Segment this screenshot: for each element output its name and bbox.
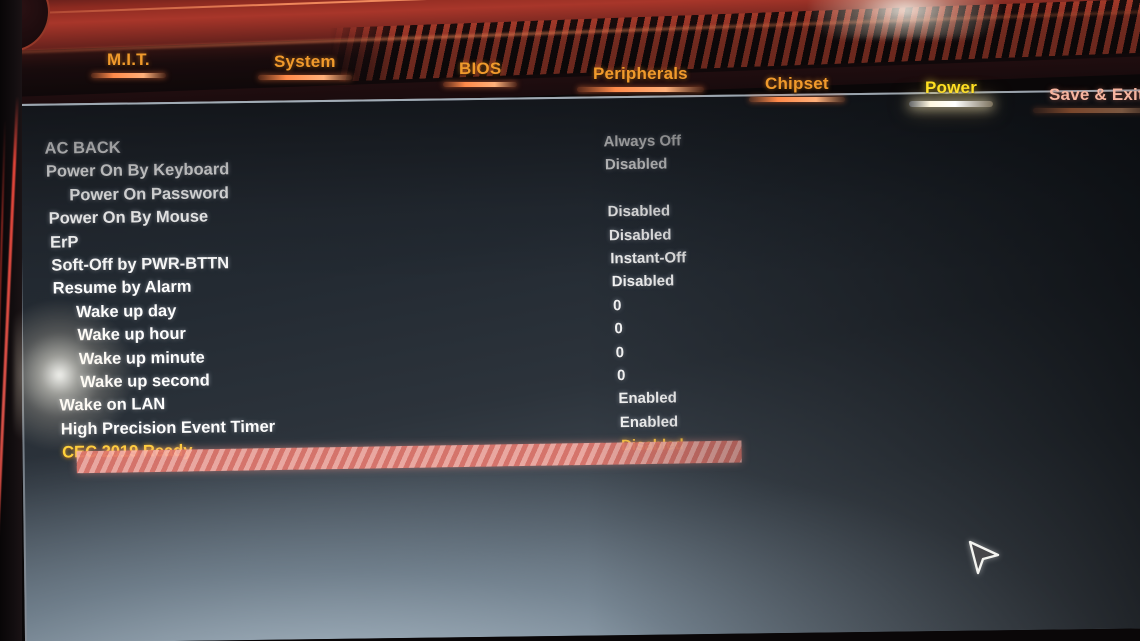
tab-power[interactable]: Power <box>909 78 994 107</box>
tab-save-and-exit-underline <box>1033 108 1140 113</box>
settings-row-label: Power On By Mouse <box>48 207 209 228</box>
tab-mit-label: M.I.T. <box>107 50 150 69</box>
settings-row-value[interactable]: Always Off <box>603 129 681 153</box>
settings-row-value[interactable]: Enabled <box>618 387 677 411</box>
bios-nav-tabs: M.I.T. System BIOS Peripherals Chipset P… <box>0 0 1140 113</box>
settings-row-label: Wake up hour <box>77 325 187 345</box>
bios-photo: M.I.T. System BIOS Peripherals Chipset P… <box>0 0 1140 641</box>
settings-row-value[interactable]: 0 <box>613 294 622 317</box>
settings-row-value[interactable]: 0 <box>614 317 623 340</box>
settings-row-label: Power On By Keyboard <box>45 160 230 182</box>
tab-save-and-exit[interactable]: Save & Exit <box>1033 85 1140 113</box>
tab-peripherals-label: Peripherals <box>593 64 688 83</box>
settings-row-value[interactable]: Instant-Off <box>610 246 686 270</box>
settings-row-label: High Precision Event Timer <box>60 417 276 439</box>
tab-power-underline <box>909 101 994 107</box>
tab-bios-underline <box>443 82 518 87</box>
tab-chipset[interactable]: Chipset <box>749 74 845 102</box>
tab-power-label: Power <box>925 78 978 97</box>
tab-system-label: System <box>274 52 336 71</box>
settings-row-label: AC BACK <box>44 138 121 158</box>
settings-row-label: Wake up day <box>75 301 177 322</box>
settings-row-value[interactable]: Disabled <box>609 223 672 247</box>
settings-row-label: Power On Password <box>69 184 229 205</box>
tab-mit-underline <box>91 73 166 78</box>
settings-row-label: Wake up minute <box>78 348 205 368</box>
settings-row-value[interactable]: Enabled <box>620 410 679 434</box>
settings-row-value[interactable]: 0 <box>617 364 626 387</box>
settings-row-value[interactable]: Disabled <box>612 270 675 294</box>
settings-row-label: Wake on LAN <box>59 395 166 415</box>
settings-row-label: Resume by Alarm <box>52 278 192 298</box>
tab-save-and-exit-label: Save & Exit <box>1049 85 1140 104</box>
tab-mit[interactable]: M.I.T. <box>91 50 166 78</box>
tab-system[interactable]: System <box>258 52 352 80</box>
tab-system-underline <box>258 75 352 80</box>
settings-row-value[interactable]: 0 <box>616 341 625 364</box>
tab-bios-label: BIOS <box>459 59 502 78</box>
mouse-pointer-icon <box>968 540 1000 575</box>
settings-row-value[interactable]: Disabled <box>605 153 668 177</box>
tab-bios[interactable]: BIOS <box>443 59 518 87</box>
tab-chipset-underline <box>749 97 845 102</box>
tab-peripherals-underline <box>577 87 704 92</box>
settings-row-label: ErP <box>49 232 79 252</box>
tab-peripherals[interactable]: Peripherals <box>577 64 704 92</box>
settings-row-value[interactable]: Disabled <box>607 200 670 224</box>
tab-chipset-label: Chipset <box>765 74 829 93</box>
settings-row-label: Wake up second <box>80 371 210 392</box>
settings-row-label: Soft-Off by PWR-BTTN <box>51 254 230 275</box>
